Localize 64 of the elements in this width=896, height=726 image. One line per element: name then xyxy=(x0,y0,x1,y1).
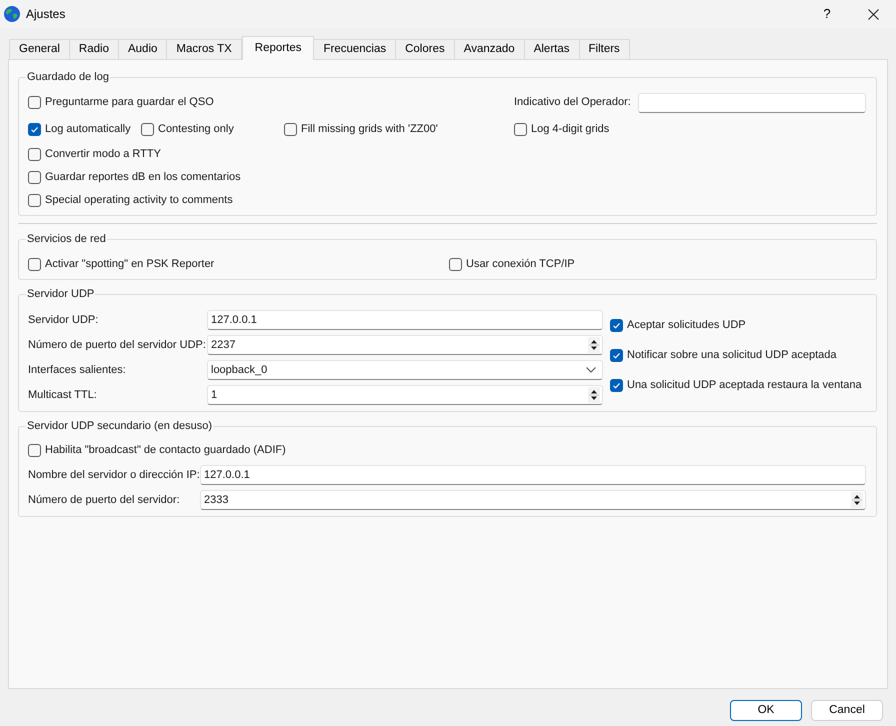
window-title: Ajustes xyxy=(26,6,66,23)
checkbox-label[interactable]: Habilita "broadcast" de contacto guardado (ADIF) xyxy=(45,442,286,458)
field-label: Número de puerto del servidor UDP: xyxy=(28,338,207,353)
tab[interactable]: Filters xyxy=(580,39,630,59)
close-icon[interactable] xyxy=(868,8,878,20)
field-label: Indicativo del Operador: xyxy=(514,95,631,110)
checkbox[interactable] xyxy=(28,194,41,206)
checkbox-label[interactable]: Log 4-digit grids xyxy=(531,120,610,138)
text-field[interactable]: 127.0.0.1 xyxy=(200,465,866,485)
text-field[interactable] xyxy=(638,92,866,112)
field-label: Multicast TTL: xyxy=(28,388,98,403)
checkbox-label[interactable]: Special operating activity to comments xyxy=(45,192,233,208)
field-label: Nombre del servidor o dirección IP: xyxy=(28,468,200,483)
checkbox-label[interactable]: Convertir modo a RTTY xyxy=(45,146,161,162)
tab[interactable]: Radio xyxy=(70,39,119,59)
checkbox[interactable] xyxy=(28,148,41,160)
field-label: Interfaces salientes: xyxy=(28,362,127,378)
checkbox-label[interactable]: Notificar sobre una solicitud UDP aceptada xyxy=(627,346,837,364)
checkbox[interactable] xyxy=(610,378,623,392)
spin-arrows-icon[interactable] xyxy=(851,492,863,508)
checkbox[interactable] xyxy=(610,318,623,332)
dropdown[interactable]: loopback_0 xyxy=(207,360,603,380)
checkbox[interactable] xyxy=(28,444,41,456)
checkbox[interactable] xyxy=(141,122,154,136)
spin-arrows-icon[interactable] xyxy=(588,387,600,403)
checkbox[interactable] xyxy=(610,348,623,362)
checkbox[interactable] xyxy=(514,122,527,136)
checkbox[interactable] xyxy=(28,122,41,136)
checkbox-label[interactable]: Preguntarme para guardar el QSO xyxy=(45,94,214,111)
checkbox-label[interactable]: Una solicitud UDP aceptada restaura la ventana xyxy=(627,376,862,394)
spin-arrows-icon[interactable] xyxy=(588,337,600,353)
checkbox-label[interactable]: Log automatically xyxy=(45,120,131,138)
checkbox[interactable] xyxy=(449,258,462,270)
chevron-down-icon[interactable] xyxy=(586,367,596,373)
text-field[interactable]: 127.0.0.1 xyxy=(207,310,603,330)
checkbox-label[interactable]: Guardar reportes dB en los comentarios xyxy=(45,168,241,186)
checkbox-label[interactable]: Contesting only xyxy=(158,120,234,138)
field-label: Servidor UDP: xyxy=(28,312,100,328)
tab[interactable]: Reportes xyxy=(242,36,314,60)
tab[interactable]: Alertas xyxy=(524,39,580,59)
checkbox[interactable] xyxy=(284,122,297,136)
checkbox-label[interactable]: Aceptar solicitudes UDP xyxy=(627,316,746,334)
tab[interactable]: General xyxy=(9,39,70,59)
checkbox-label[interactable]: Usar conexión TCP/IP xyxy=(466,256,575,272)
spin-box[interactable]: 2333 xyxy=(200,490,866,510)
tab[interactable]: Colores xyxy=(396,39,455,59)
tab[interactable]: Avanzado xyxy=(454,39,525,59)
tab[interactable]: Macros TX xyxy=(167,39,242,59)
checkbox-label[interactable]: Fill missing grids with 'ZZ00' xyxy=(301,120,438,138)
group-title: Guardado de log xyxy=(26,70,110,84)
dialog-button[interactable]: OK xyxy=(730,700,802,721)
field-label: Número de puerto del servidor: xyxy=(28,492,181,508)
spin-box[interactable]: 1 xyxy=(207,385,603,405)
checkbox-label[interactable]: Activar "spotting" en PSK Reporter xyxy=(45,256,214,272)
spin-box[interactable]: 2237 xyxy=(207,335,603,355)
dialog-button[interactable]: Cancel xyxy=(811,700,883,721)
tab[interactable]: Frecuencias xyxy=(314,39,396,59)
globe-icon xyxy=(4,6,20,22)
tab[interactable]: Audio xyxy=(118,39,168,59)
group-title: Servidor UDP secundario (en desuso) xyxy=(26,419,214,433)
help-button[interactable]: ? xyxy=(804,0,850,28)
checkbox[interactable] xyxy=(28,96,41,109)
checkbox[interactable] xyxy=(28,170,41,184)
checkbox[interactable] xyxy=(28,258,41,270)
